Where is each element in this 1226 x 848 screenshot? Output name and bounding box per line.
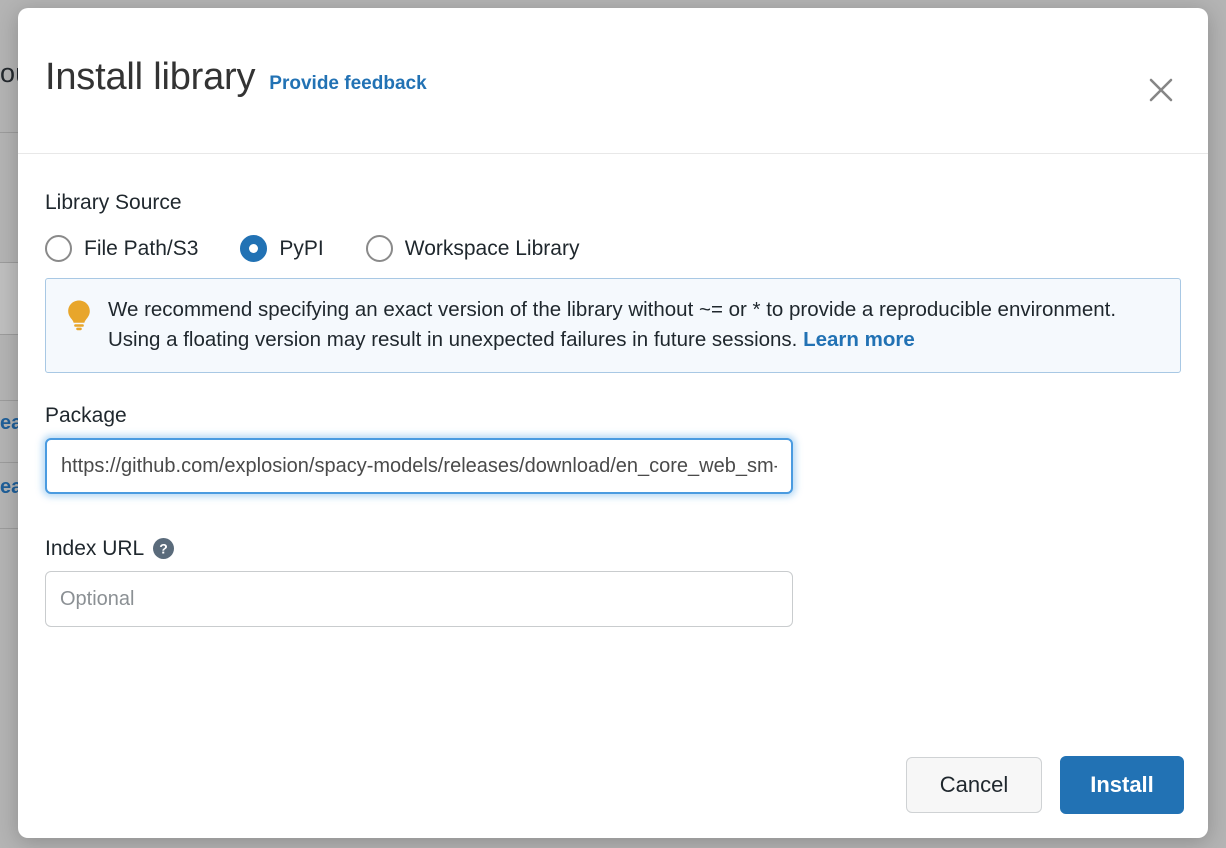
dialog-title-group: Install library Provide feedback: [45, 58, 427, 96]
radio-icon-checked[interactable]: [240, 235, 268, 262]
library-source-radio-group: File Path/S3 PyPI Workspace Library: [45, 235, 1181, 262]
install-library-dialog: Install library Provide feedback Library…: [18, 8, 1208, 838]
package-label: Package: [45, 404, 127, 428]
radio-option-workspace-library[interactable]: Workspace Library: [365, 235, 580, 262]
package-field-group: Package: [45, 404, 1181, 495]
radio-label-pypi: PyPI: [279, 236, 324, 260]
index-url-field-group: Index URL ?: [45, 537, 1181, 628]
index-url-label-row: Index URL ?: [45, 537, 1181, 561]
radio-icon-unchecked[interactable]: [45, 235, 72, 262]
recommendation-text: We recommend specifying an exact version…: [108, 298, 1117, 351]
library-source-label: Library Source: [45, 191, 182, 214]
close-icon: [1148, 77, 1174, 103]
dialog-title: Install library: [45, 56, 256, 98]
index-url-label: Index URL: [45, 537, 145, 561]
dialog-footer: Cancel Install: [906, 756, 1184, 814]
radio-label-file-path-s3: File Path/S3: [84, 236, 199, 260]
radio-label-workspace-library: Workspace Library: [404, 236, 580, 260]
index-url-input[interactable]: [45, 571, 793, 628]
package-input[interactable]: [45, 438, 793, 495]
radio-option-file-path-s3[interactable]: File Path/S3: [45, 235, 198, 262]
radio-option-pypi[interactable]: PyPI: [240, 235, 324, 262]
close-dialog-button[interactable]: [1141, 70, 1181, 110]
cancel-button[interactable]: Cancel: [906, 757, 1042, 813]
install-button[interactable]: Install: [1060, 756, 1184, 814]
dialog-header: Install library Provide feedback: [18, 8, 1208, 154]
dialog-body: Library Source File Path/S3 PyPI Workspa…: [18, 154, 1208, 628]
recommendation-banner: We recommend specifying an exact version…: [45, 278, 1181, 374]
library-source-section: Library Source File Path/S3 PyPI Workspa…: [45, 154, 1181, 262]
help-circle-icon[interactable]: ?: [153, 538, 175, 560]
provide-feedback-link[interactable]: Provide feedback: [269, 74, 426, 93]
recommendation-text-wrap: We recommend specifying an exact version…: [108, 295, 1162, 354]
svg-text:?: ?: [159, 541, 168, 557]
lightbulb-icon: [66, 299, 92, 336]
learn-more-link[interactable]: Learn more: [803, 328, 915, 351]
radio-icon-unchecked[interactable]: [365, 235, 393, 262]
